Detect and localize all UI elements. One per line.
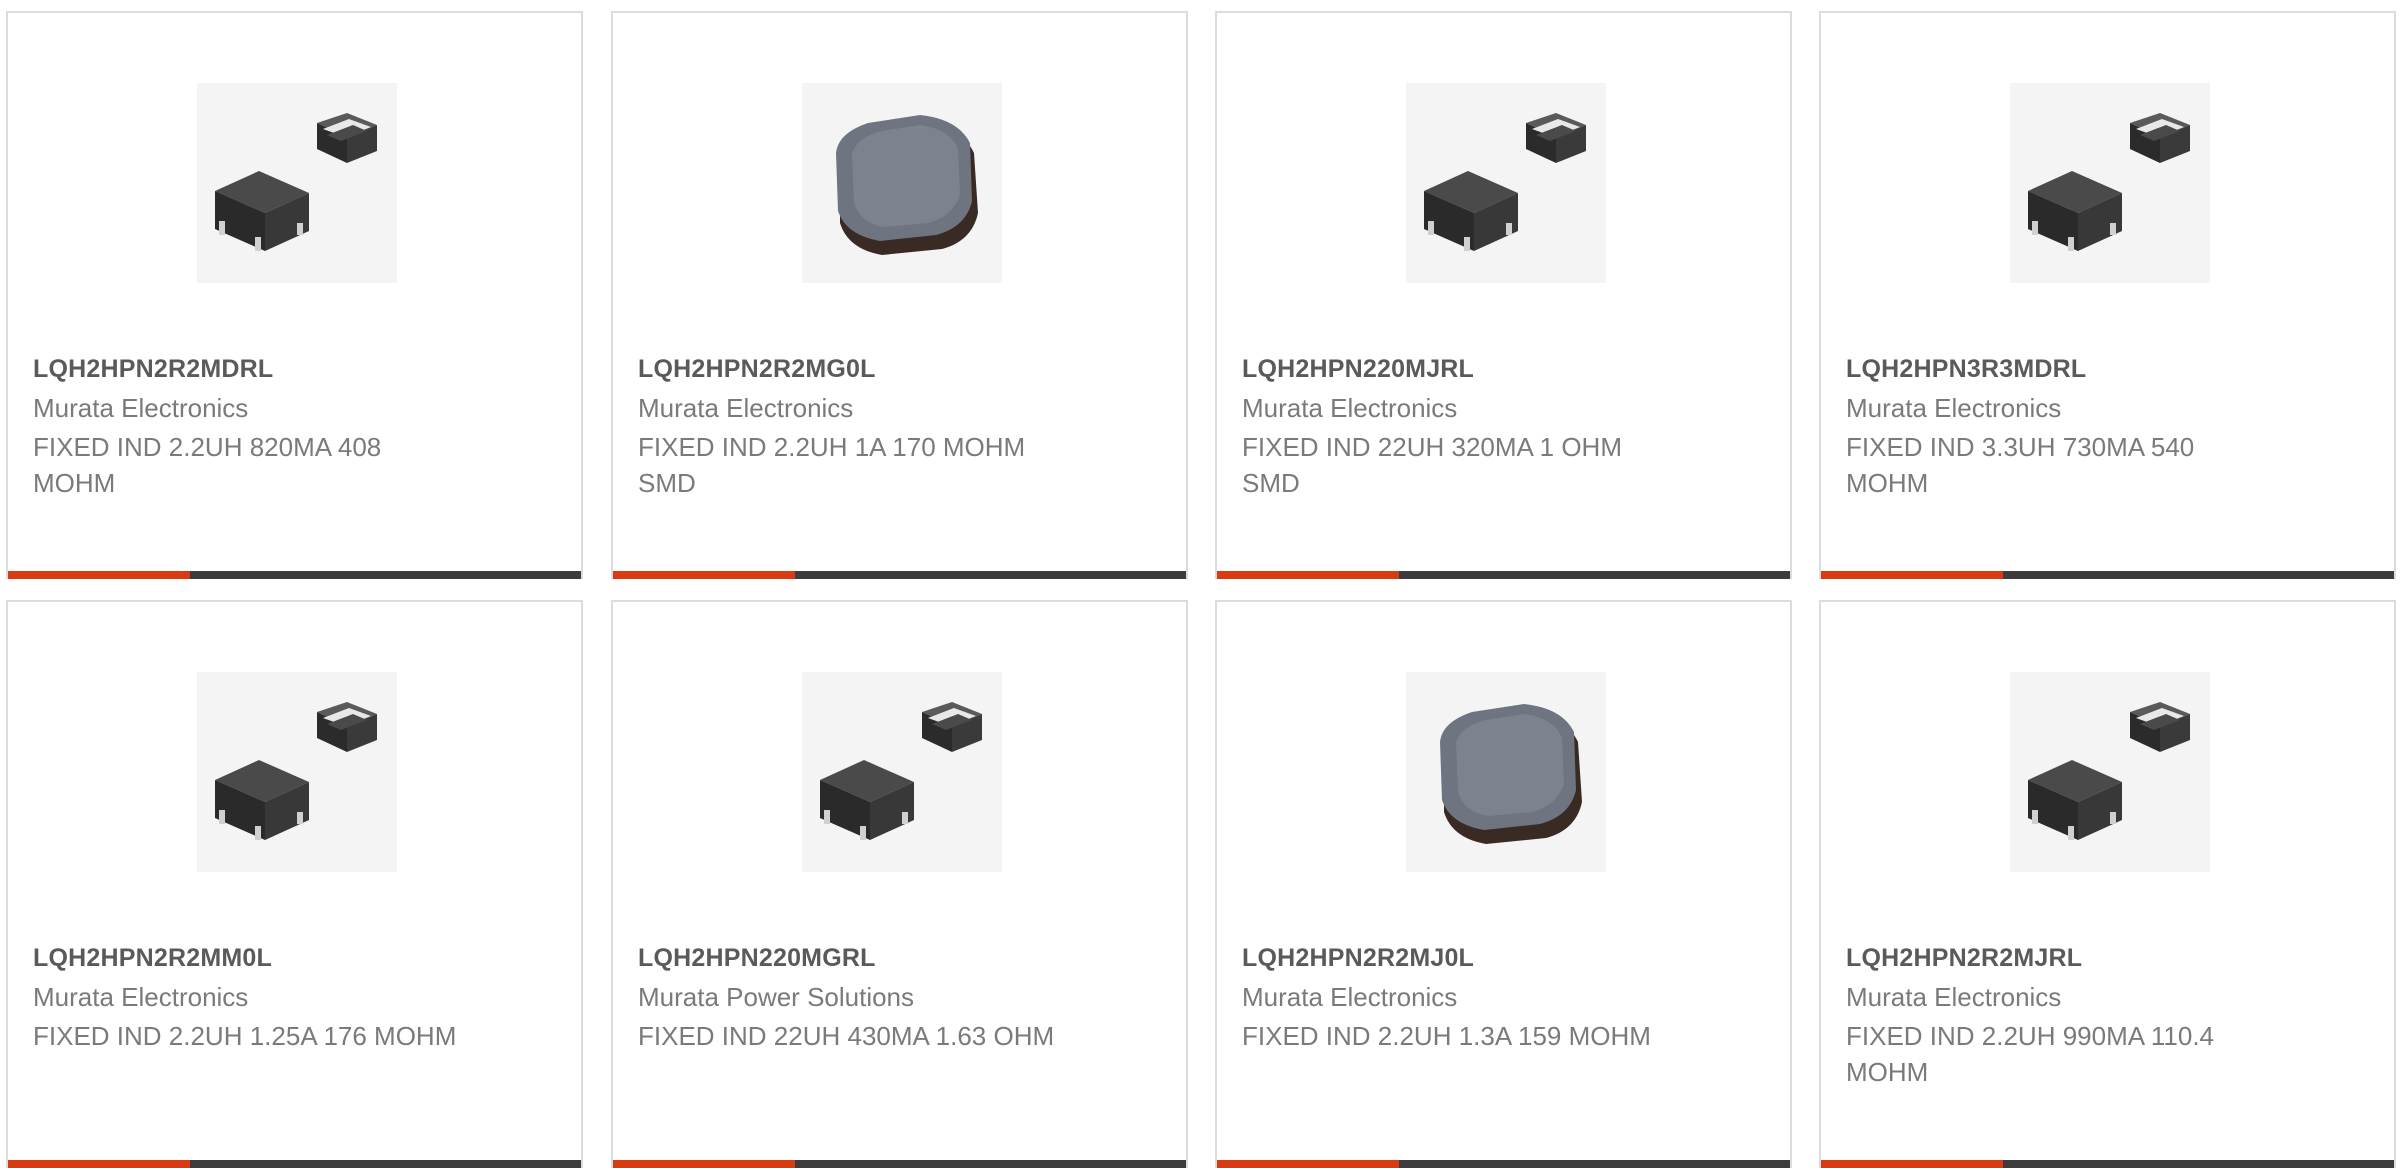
dual-inductor-icon — [197, 83, 397, 283]
manufacturer: Murata Electronics — [33, 393, 249, 423]
part-number[interactable]: LQH2HPN2R2MM0L — [33, 944, 272, 973]
shielded-inductor-icon — [1406, 672, 1606, 872]
product-card[interactable]: LQH2HPN220MJRL Murata Electronics FIXED … — [1215, 11, 1792, 579]
part-number[interactable]: LQH2HPN2R2MJ0L — [1242, 944, 1474, 973]
description: FIXED IND 3.3UH 730MA 540 MOHM — [1846, 432, 2195, 498]
description: FIXED IND 22UH 320MA 1 OHM SMD — [1242, 432, 1622, 498]
description: FIXED IND 22UH 430MA 1.63 OHM — [638, 1021, 1055, 1051]
card-accent-bar — [8, 571, 190, 579]
description: FIXED IND 2.2UH 990MA 110.4 MOHM — [1846, 1021, 2215, 1087]
card-accent-bar — [1821, 571, 2003, 579]
manufacturer: Murata Electronics — [638, 393, 854, 423]
card-accent-bar — [613, 571, 795, 579]
part-number[interactable]: LQH2HPN220MJRL — [1242, 355, 1474, 384]
manufacturer: Murata Electronics — [1242, 982, 1458, 1012]
manufacturer: Murata Electronics — [33, 982, 249, 1012]
card-bottom-bar — [8, 571, 581, 579]
description: FIXED IND 2.2UH 820MA 408 MOHM — [33, 432, 382, 498]
description: FIXED IND 2.2UH 1A 170 MOHM SMD — [638, 432, 1026, 498]
product-card[interactable]: LQH2HPN2R2MM0L Murata Electronics FIXED … — [6, 600, 583, 1168]
manufacturer: Murata Electronics — [1242, 393, 1458, 423]
product-card[interactable]: LQH2HPN2R2MG0L Murata Electronics FIXED … — [611, 11, 1188, 579]
dual-inductor-icon — [197, 672, 397, 872]
dual-inductor-icon — [1406, 83, 1606, 283]
manufacturer: Murata Electronics — [1846, 393, 2062, 423]
part-number[interactable]: LQH2HPN2R2MG0L — [638, 355, 876, 384]
product-card[interactable]: LQH2HPN3R3MDRL Murata Electronics FIXED … — [1819, 11, 2396, 579]
dual-inductor-icon — [2010, 672, 2210, 872]
description: FIXED IND 2.2UH 1.25A 176 MOHM — [33, 1021, 457, 1051]
manufacturer: Murata Electronics — [1846, 982, 2062, 1012]
product-card[interactable]: LQH2HPN2R2MJ0L Murata Electronics FIXED … — [1215, 600, 1792, 1168]
part-number[interactable]: LQH2HPN2R2MDRL — [33, 355, 273, 384]
card-bottom-bar — [1821, 571, 2394, 579]
dual-inductor-icon — [2010, 83, 2210, 283]
product-card[interactable]: LQH2HPN2R2MDRL Murata Electronics FIXED … — [6, 11, 583, 579]
product-card[interactable]: LQH2HPN2R2MJRL Murata Electronics FIXED … — [1819, 600, 2396, 1168]
shielded-inductor-icon — [802, 83, 1002, 283]
card-accent-bar — [1217, 571, 1399, 579]
part-number[interactable]: LQH2HPN2R2MJRL — [1846, 944, 2082, 973]
part-number[interactable]: LQH2HPN220MGRL — [638, 944, 876, 973]
card-bottom-bar — [1217, 571, 1790, 579]
part-number[interactable]: LQH2HPN3R3MDRL — [1846, 355, 2086, 384]
description: FIXED IND 2.2UH 1.3A 159 MOHM — [1242, 1021, 1651, 1051]
product-grid: LQH2HPN2R2MDRL Murata Electronics FIXED … — [0, 0, 2400, 1168]
manufacturer: Murata Power Solutions — [638, 982, 915, 1012]
product-card[interactable]: LQH2HPN220MGRL Murata Power Solutions FI… — [611, 600, 1188, 1168]
card-bottom-bar — [613, 571, 1186, 579]
dual-inductor-icon — [802, 672, 1002, 872]
